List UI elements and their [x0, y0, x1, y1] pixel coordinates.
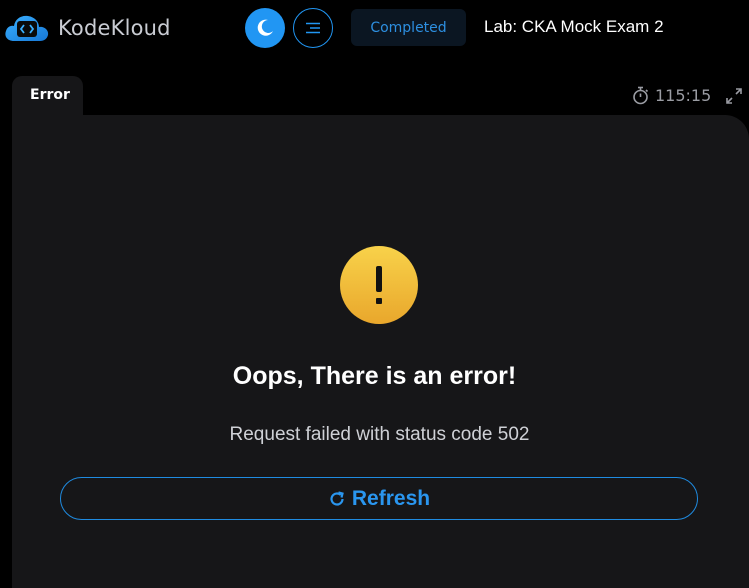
brand-name: KodeKloud — [58, 16, 171, 40]
warning-icon — [340, 246, 418, 324]
error-title: Oops, There is an error! — [232, 362, 517, 390]
lab-title: Lab: CKA Mock Exam 2 — [484, 17, 664, 36]
moon-icon — [257, 19, 273, 36]
error-message: Request failed with status code 502 — [229, 424, 530, 445]
top-bar: KodeKloud Completed Lab: CKA Mock Exam 2 — [0, 0, 749, 56]
expand-button[interactable] — [725, 87, 743, 109]
logo-icon — [5, 15, 49, 41]
stopwatch-icon — [633, 86, 649, 105]
completed-status-button[interactable]: Completed — [351, 9, 466, 46]
brand-logo[interactable]: KodeKloud — [4, 11, 171, 45]
refresh-label: Refresh — [351, 486, 431, 510]
menu-icon — [306, 22, 320, 34]
timer-value: 115:15 — [655, 86, 712, 105]
exam-timer: 115:15 — [632, 86, 711, 105]
refresh-button[interactable]: Refresh — [60, 477, 698, 520]
tab-error[interactable]: Error — [12, 76, 83, 120]
refresh-icon — [330, 490, 344, 506]
theme-toggle-button[interactable] — [245, 8, 285, 48]
menu-button[interactable] — [293, 8, 333, 48]
expand-icon — [726, 88, 742, 104]
